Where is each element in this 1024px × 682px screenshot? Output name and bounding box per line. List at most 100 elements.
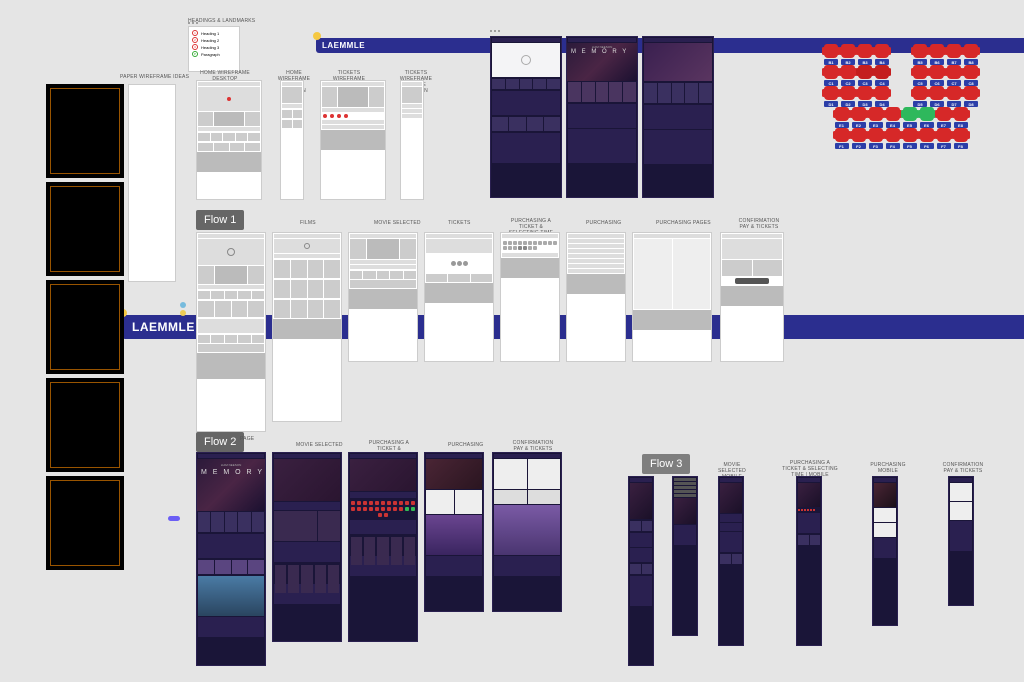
flow1-label: MOVIE SELECTED — [374, 220, 421, 226]
seat-C8[interactable]: C8 — [964, 65, 978, 79]
seat-F1[interactable]: F1 — [835, 128, 849, 142]
seat-B3[interactable]: B3 — [858, 44, 872, 58]
heading-label: Heading 1 — [201, 31, 219, 36]
hero-title: M E M O R Y — [571, 49, 628, 55]
flow3-mobile-movie[interactable] — [718, 476, 744, 646]
headings-panel: 1Heading 1 2Heading 2 3Heading 3 PParagr… — [188, 26, 240, 72]
seat-C5[interactable]: C5 — [913, 65, 927, 79]
flow-3-badge: Flow 3 — [642, 454, 690, 474]
seat-C2[interactable]: C2 — [841, 65, 855, 79]
seat-C6[interactable]: C6 — [930, 65, 944, 79]
flow1-frame-purchase[interactable] — [566, 232, 626, 362]
seat-E5[interactable]: E5 — [903, 107, 917, 121]
wireframe-tickets-mobile[interactable] — [400, 80, 424, 200]
hifi-home-2[interactable]: LIAM NEESONM E M O R Y — [566, 36, 638, 198]
paper-sketch[interactable] — [46, 476, 124, 570]
flow1-label: CONFIRMATION PAY & TICKETS — [734, 218, 784, 230]
seat-row-F: F1F2F3F4F5F6F7F8 — [810, 128, 992, 142]
wireframe-home-mobile[interactable] — [280, 80, 304, 200]
seat-B1[interactable]: B1 — [824, 44, 838, 58]
headings-title: HEADINGS & LANDMARKS — [188, 18, 255, 24]
wireframe-home-desktop[interactable] — [196, 80, 262, 200]
seat-B7[interactable]: B7 — [947, 44, 961, 58]
seat-E3[interactable]: E3 — [869, 107, 883, 121]
seat-D7[interactable]: D7 — [947, 86, 961, 100]
seat-B8[interactable]: B8 — [964, 44, 978, 58]
seat-D2[interactable]: D2 — [841, 86, 855, 100]
flow-1-badge: Flow 1 — [196, 210, 244, 230]
heading-row-4: PParagraph — [192, 51, 236, 57]
seat-F5[interactable]: F5 — [903, 128, 917, 142]
flow1-frame-home[interactable] — [196, 232, 266, 432]
flow3-label: CONFIRMATION PAY & TICKETS — [940, 462, 986, 474]
heading-row-2: 2Heading 2 — [192, 37, 236, 43]
seat-E7[interactable]: E7 — [937, 107, 951, 121]
seat-F4[interactable]: F4 — [886, 128, 900, 142]
seat-C4[interactable]: C4 — [875, 65, 889, 79]
flow1-frame-purchase-pages[interactable] — [632, 232, 712, 362]
wireframe-tickets-desktop[interactable] — [320, 80, 386, 200]
paper-sketch[interactable] — [46, 378, 124, 472]
seat-E2[interactable]: E2 — [852, 107, 866, 121]
flow1-label: TICKETS — [448, 220, 471, 226]
flow2-label: PAGE — [240, 436, 254, 442]
flow1-frame-movie[interactable] — [348, 232, 418, 362]
flow2-frame-seats[interactable] — [348, 452, 418, 642]
paper-sketch[interactable] — [46, 182, 124, 276]
seat-C3[interactable]: C3 — [858, 65, 872, 79]
seat-B2[interactable]: B2 — [841, 44, 855, 58]
seat-E1[interactable]: E1 — [835, 107, 849, 121]
badge-dots — [178, 300, 188, 318]
flow3-mobile-purchase[interactable] — [872, 476, 898, 626]
hifi-home-1[interactable] — [490, 36, 562, 198]
seat-B6[interactable]: B6 — [930, 44, 944, 58]
seat-F6[interactable]: F6 — [920, 128, 934, 142]
seat-D4[interactable]: D4 — [875, 86, 889, 100]
heading-label: Heading 3 — [201, 45, 219, 50]
seat-E8[interactable]: E8 — [954, 107, 968, 121]
seat-row-C: C1C2C3C4 C5C6C7C8 — [810, 65, 992, 79]
hifi-home-3[interactable] — [642, 36, 714, 198]
seat-D8[interactable]: D8 — [964, 86, 978, 100]
heading-row-1: 1Heading 1 — [192, 30, 236, 36]
paper-sketch[interactable] — [46, 84, 124, 178]
seat-C7[interactable]: C7 — [947, 65, 961, 79]
seat-D3[interactable]: D3 — [858, 86, 872, 100]
flow1-frame-confirm[interactable] — [720, 232, 784, 362]
heading-row-3: 3Heading 3 — [192, 44, 236, 50]
seat-F3[interactable]: F3 — [869, 128, 883, 142]
flow1-frame-seat-select[interactable] — [500, 232, 560, 362]
pill-icon — [168, 516, 180, 521]
seat-F8[interactable]: F8 — [954, 128, 968, 142]
flow2-frame-movie[interactable] — [272, 452, 342, 642]
seat-C1[interactable]: C1 — [824, 65, 838, 79]
flow3-mobile-home[interactable] — [628, 476, 654, 666]
paper-sketch-white[interactable] — [128, 84, 176, 282]
seat-E6[interactable]: E6 — [920, 107, 934, 121]
flow2-frame-confirm[interactable] — [492, 452, 562, 612]
flow1-frame-tickets[interactable] — [424, 232, 494, 362]
heading-label: Paragraph — [201, 52, 220, 57]
seat-D6[interactable]: D6 — [930, 86, 944, 100]
seat-B4[interactable]: B4 — [875, 44, 889, 58]
seat-D5[interactable]: D5 — [913, 86, 927, 100]
seat-E4[interactable]: E4 — [886, 107, 900, 121]
flow1-label: PURCHASING PAGES — [656, 220, 711, 226]
menu-dots — [490, 30, 500, 32]
seat-row-E: E1E2E3E4E5E6E7E8 — [810, 107, 992, 121]
seat-D1[interactable]: D1 — [824, 86, 838, 100]
flow2-frame-purchase[interactable] — [424, 452, 484, 612]
seating-chart: B1B2B3B4 B5B6B7B8 C1C2C3C4 C5C6C7C8 D1D2D3D4… — [810, 44, 992, 149]
seat-B5[interactable]: B5 — [913, 44, 927, 58]
flow3-mobile-menu[interactable] — [672, 476, 698, 636]
flow1-frame-films[interactable] — [272, 232, 342, 422]
flow3-mobile-seats[interactable] — [796, 476, 822, 646]
flow3-mobile-confirm[interactable] — [948, 476, 974, 606]
paper-sketch[interactable] — [46, 280, 124, 374]
flow2-label: CONFIRMATION PAY & TICKETS — [508, 440, 558, 452]
seat-F7[interactable]: F7 — [937, 128, 951, 142]
flow-2-badge: Flow 2 — [196, 432, 244, 452]
seat-F2[interactable]: F2 — [852, 128, 866, 142]
flow2-frame-home[interactable]: LIAM NEESONM E M O R Y — [196, 452, 266, 666]
flow2-label: PURCHASING — [448, 442, 483, 448]
